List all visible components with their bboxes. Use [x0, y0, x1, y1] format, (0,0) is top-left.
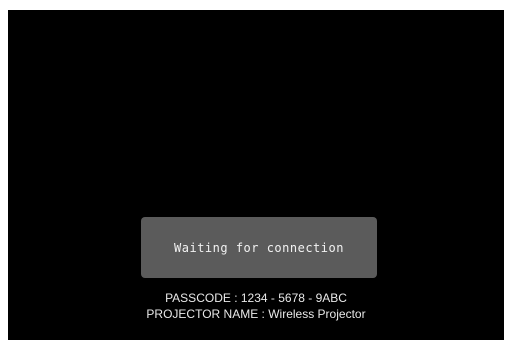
connection-status-text: Waiting for connection — [174, 240, 344, 255]
projector-name-value: Wireless Projector — [268, 307, 366, 321]
projector-name-line: PROJECTOR NAME : Wireless Projector — [8, 307, 504, 321]
connection-status-box: Waiting for connection — [141, 217, 377, 278]
passcode-value: 1234 - 5678 - 9ABC — [240, 291, 347, 305]
projector-screen: Waiting for connection PASSCODE : 1234 -… — [8, 10, 504, 340]
passcode-line: PASSCODE : 1234 - 5678 - 9ABC — [8, 291, 504, 305]
passcode-label: PASSCODE : — [165, 291, 241, 305]
projector-name-label: PROJECTOR NAME : — [146, 307, 269, 321]
